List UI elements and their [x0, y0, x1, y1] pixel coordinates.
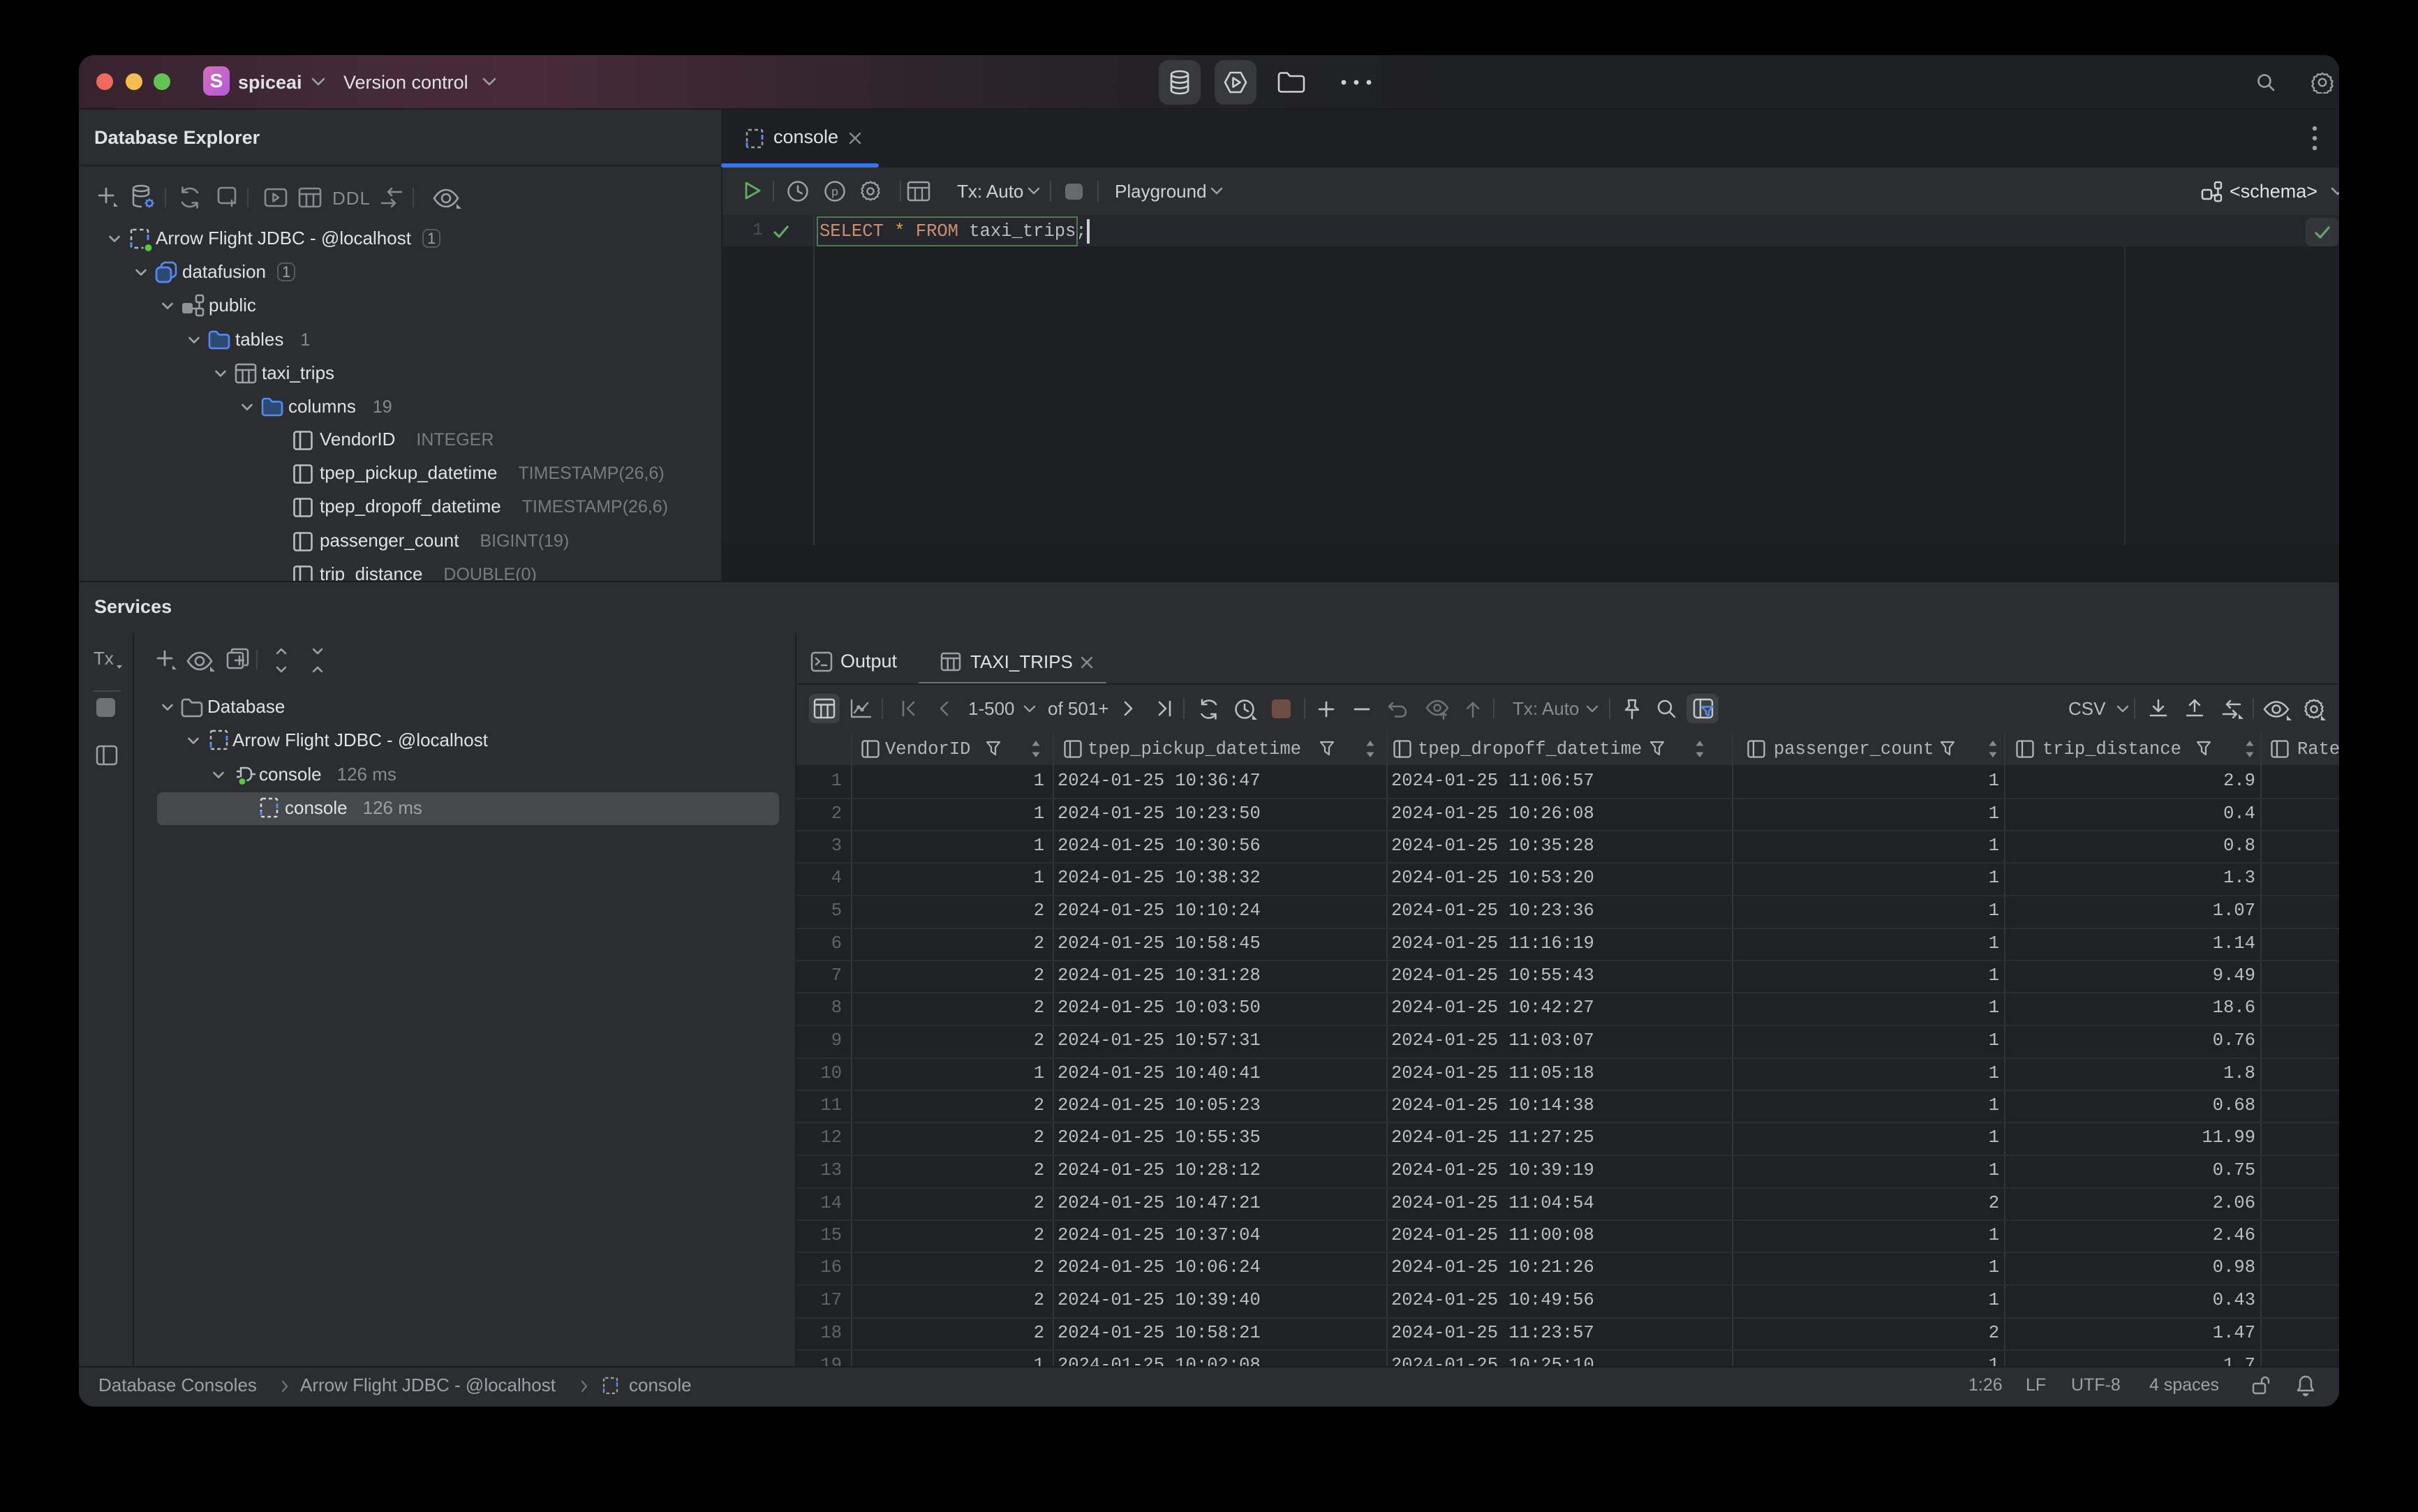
svg-text:p: p — [831, 185, 838, 198]
